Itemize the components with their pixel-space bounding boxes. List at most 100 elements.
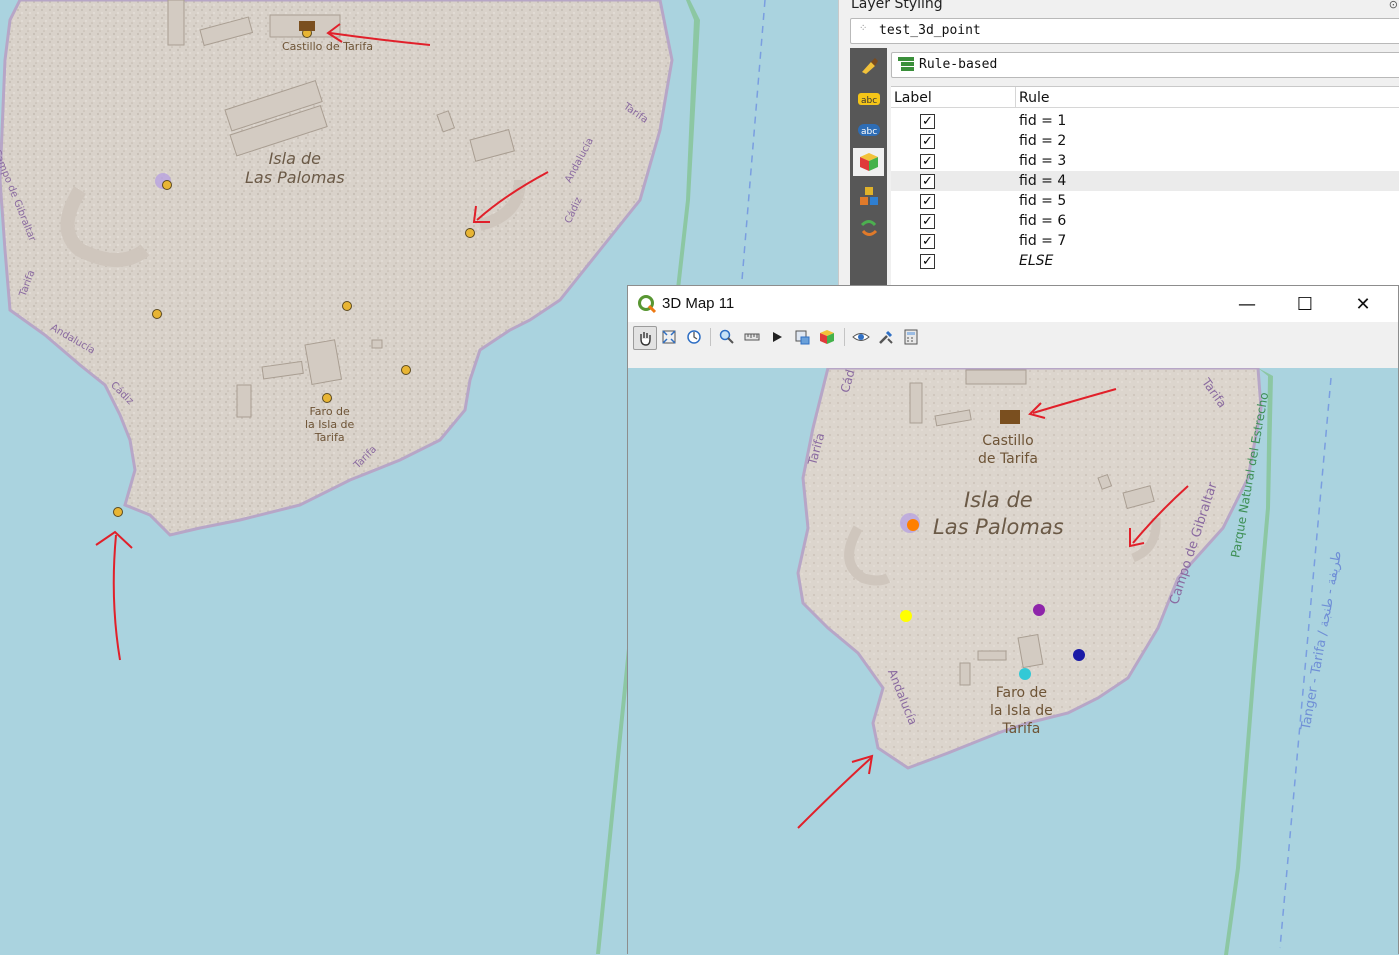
camera-reset-button[interactable]	[683, 326, 705, 348]
brush-icon	[859, 56, 879, 76]
rule-row[interactable]: ✓ fid = 2	[891, 131, 1399, 151]
label-abc-icon: abc	[858, 92, 880, 106]
export-3d-button[interactable]	[816, 326, 838, 348]
rule-row[interactable]: ✓ fid = 4	[891, 171, 1399, 191]
play-icon	[769, 329, 785, 345]
qgis-logo-icon	[637, 294, 657, 314]
tools-icon	[878, 329, 894, 345]
castle-icon	[299, 21, 315, 31]
rule-expression: fid = 4	[1019, 173, 1066, 189]
rules-tree[interactable]: Label Rule ✓ fid = 1 ✓ fid = 2 ✓ fid = 3 ✓ fid …	[891, 86, 1399, 291]
options-button[interactable]	[875, 326, 897, 348]
rule-expression: fid = 7	[1019, 233, 1066, 249]
lighthouse-label-3d: Faro de la Isla de Tarifa	[990, 684, 1053, 738]
ferry-route-line	[742, 0, 765, 280]
tab-history[interactable]	[853, 214, 884, 242]
rule-row[interactable]: ✓ fid = 3	[891, 151, 1399, 171]
island-label: Isla de Las Palomas	[245, 149, 345, 187]
svg-text:abc: abc	[861, 96, 877, 106]
identify-button[interactable]	[716, 326, 738, 348]
panel-title: Layer Styling	[851, 0, 943, 12]
tab-labels[interactable]: abc	[853, 85, 884, 113]
layer-select[interactable]: ⁘ test_3d_point ⌄	[850, 18, 1399, 44]
3d-point-3[interactable]	[1033, 604, 1045, 616]
configure-button[interactable]	[900, 326, 922, 348]
3d-point-2[interactable]	[900, 610, 912, 622]
renderer-name: Rule-based	[919, 57, 997, 72]
toolbar-separator	[710, 328, 711, 346]
ruler-icon	[744, 329, 760, 345]
close-icon: ✕	[1355, 294, 1370, 315]
save-image-icon	[794, 329, 810, 345]
rule-checkbox[interactable]: ✓	[920, 154, 935, 169]
rule-expression: fid = 2	[1019, 133, 1066, 149]
column-header-label[interactable]: Label	[891, 87, 1016, 108]
svg-text:abc: abc	[861, 127, 877, 137]
measure-button[interactable]	[741, 326, 763, 348]
animation-button[interactable]	[766, 326, 788, 348]
identify-icon	[719, 329, 735, 345]
camera-views-button[interactable]	[850, 326, 872, 348]
tab-symbology[interactable]	[853, 52, 884, 80]
renderer-select[interactable]: Rule-based ⌄	[891, 52, 1399, 78]
rule-row[interactable]: ✓ fid = 7	[891, 231, 1399, 251]
rule-expression: fid = 1	[1019, 113, 1066, 129]
rule-row[interactable]: ✓ fid = 1	[891, 111, 1399, 131]
style-tabs: abc abc	[850, 48, 887, 290]
title-bar[interactable]: 3D Map 11 — ☐ ✕	[628, 286, 1398, 322]
eye-icon	[852, 329, 870, 345]
pan-tool-button[interactable]	[633, 326, 657, 350]
layer-name: test_3d_point	[879, 23, 981, 38]
undo-redo-icon	[858, 217, 880, 239]
save-image-button[interactable]	[791, 326, 813, 348]
3d-point-5[interactable]	[1019, 668, 1031, 680]
rule-expression: fid = 6	[1019, 213, 1066, 229]
layer-styling-panel: Layer Styling ⊙ ⁘ test_3d_point ⌄ abc ab…	[838, 0, 1399, 290]
3d-point-4[interactable]	[1073, 649, 1085, 661]
maximize-button[interactable]: ☐	[1280, 288, 1330, 320]
hand-icon	[637, 330, 653, 346]
rule-based-icon	[897, 56, 915, 76]
window-title: 3D Map 11	[662, 295, 734, 312]
rule-expression: fid = 5	[1019, 193, 1066, 209]
tab-masks[interactable]: abc	[853, 116, 884, 144]
cube-3d-icon	[858, 151, 880, 173]
3d-toolbar	[628, 322, 1398, 368]
3d-point-1[interactable]	[907, 519, 919, 531]
compass-icon	[686, 329, 702, 345]
rule-row[interactable]: ✓ fid = 5	[891, 191, 1399, 211]
rule-row[interactable]: ✓ fid = 6	[891, 211, 1399, 231]
lighthouse-label: Faro de la Isla de Tarifa	[305, 405, 354, 444]
island-shape	[0, 0, 672, 535]
column-header-rule[interactable]: Rule	[1016, 87, 1399, 108]
panel-float-icon[interactable]: ⊙	[1389, 0, 1398, 11]
calculator-icon	[903, 329, 919, 345]
cube-export-icon	[819, 329, 835, 345]
rule-checkbox[interactable]: ✓	[920, 254, 935, 269]
minimize-button[interactable]: —	[1222, 288, 1272, 320]
rule-checkbox[interactable]: ✓	[920, 214, 935, 229]
maximize-icon: ☐	[1297, 294, 1313, 315]
castle-label: Castillo de Tarifa	[282, 40, 373, 53]
rule-checkbox[interactable]: ✓	[920, 234, 935, 249]
3d-map-canvas[interactable]: Castillo de Tarifa Isla de Las Palomas F…	[628, 368, 1398, 955]
tab-diagrams[interactable]	[853, 182, 884, 210]
castle-label-3d: Castillo de Tarifa	[978, 432, 1038, 468]
rule-expression: fid = 3	[1019, 153, 1066, 169]
diagram-icon	[858, 185, 880, 207]
rule-row[interactable]: ✓ ELSE	[891, 251, 1399, 271]
castle-icon	[1000, 410, 1020, 424]
3d-map-window: 3D Map 11 — ☐ ✕	[627, 285, 1399, 954]
rule-checkbox[interactable]: ✓	[920, 114, 935, 129]
toolbar-separator	[844, 328, 845, 346]
rule-checkbox[interactable]: ✓	[920, 174, 935, 189]
mask-abc-icon: abc	[858, 123, 880, 137]
zoom-full-button[interactable]	[658, 326, 680, 348]
tab-3d-view[interactable]	[853, 148, 884, 176]
rule-checkbox[interactable]: ✓	[920, 194, 935, 209]
zoom-full-icon	[661, 329, 677, 345]
rule-expression: ELSE	[1019, 253, 1053, 269]
close-button[interactable]: ✕	[1338, 288, 1388, 320]
rule-checkbox[interactable]: ✓	[920, 134, 935, 149]
minimize-icon: —	[1238, 294, 1256, 315]
